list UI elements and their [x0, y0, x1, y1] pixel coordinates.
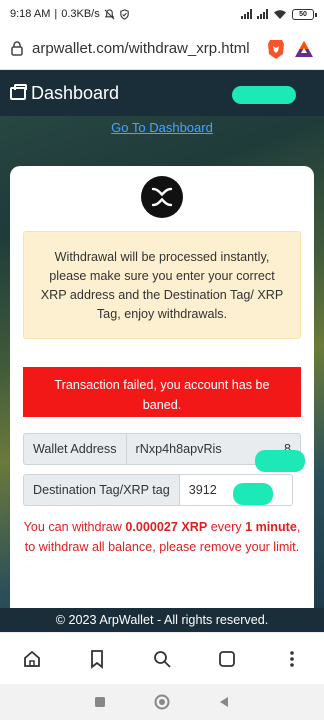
- brave-rewards-icon[interactable]: [294, 39, 314, 59]
- signal-icon-2: [257, 9, 268, 19]
- nav-brand[interactable]: Dashboard: [10, 83, 119, 104]
- withdraw-notice: Withdrawal will be processed instantly, …: [23, 231, 301, 339]
- bookmark-icon[interactable]: [87, 649, 107, 669]
- destination-tag-label: Destination Tag/XRP tag: [23, 474, 179, 506]
- wallet-address-group: Wallet Address rNxp4h8apvRis 8: [23, 433, 305, 472]
- wallet-icon: [10, 83, 27, 100]
- nav-brand-label[interactable]: Dashboard: [31, 83, 119, 104]
- site-info-icon[interactable]: [10, 40, 24, 57]
- wallet-address-label: Wallet Address: [23, 433, 126, 465]
- web-page: Dashboard Go To Dashboard Withdrawal wil…: [0, 70, 324, 608]
- error-alert: Transaction failed, you account has be b…: [23, 367, 301, 417]
- battery-icon: 50: [292, 8, 317, 20]
- destination-tag-value: 3912: [188, 483, 217, 497]
- navbar: Dashboard: [0, 70, 324, 116]
- limit-period: 1 minute: [245, 520, 297, 534]
- brave-shield-icon[interactable]: [266, 38, 286, 60]
- menu-icon[interactable]: [282, 649, 302, 669]
- status-right: 50: [241, 8, 317, 20]
- url-bar[interactable]: arpwallet.com/withdraw_xrp.html: [0, 28, 324, 70]
- tabs-icon[interactable]: [217, 649, 237, 669]
- withdraw-limit-text: You can withdraw 0.000027 XRP every 1 mi…: [23, 518, 301, 557]
- recents-icon[interactable]: [94, 696, 106, 708]
- home-button-icon[interactable]: [154, 694, 170, 710]
- redaction-mark-tag: [233, 483, 273, 505]
- search-icon[interactable]: [152, 649, 172, 669]
- destination-tag-group: Destination Tag/XRP tag 3912: [23, 474, 301, 506]
- wallet-address-value: rNxp4h8apvRis: [135, 442, 222, 456]
- xrp-logo-icon: [141, 176, 183, 218]
- url-text[interactable]: arpwallet.com/withdraw_xrp.html: [32, 40, 258, 57]
- go-to-dashboard-link[interactable]: Go To Dashboard: [111, 120, 213, 135]
- status-speed: 0.3KB/s: [61, 8, 100, 20]
- page-footer: © 2023 ArpWallet - All rights reserved.: [0, 608, 324, 632]
- go-dashboard-wrap: Go To Dashboard: [0, 120, 324, 135]
- limit-prefix: You can withdraw: [23, 520, 126, 534]
- status-left: 9:18 AM | 0.3KB/s: [10, 8, 130, 20]
- back-icon[interactable]: [218, 696, 230, 708]
- redaction-mark-wallet: [255, 450, 305, 472]
- withdraw-card: Withdrawal will be processed instantly, …: [10, 166, 314, 608]
- limit-mid: every: [207, 520, 246, 534]
- status-separator: |: [54, 8, 58, 20]
- mute-bell-icon: [104, 8, 115, 19]
- status-time: 9:18 AM: [10, 8, 51, 20]
- browser-toolbar: [0, 632, 324, 684]
- redaction-mark: [232, 86, 296, 104]
- battery-level: 50: [299, 10, 307, 18]
- status-bar: 9:18 AM | 0.3KB/s 50: [0, 0, 324, 28]
- android-nav-bar: [0, 684, 324, 720]
- limit-amount: 0.000027 XRP: [125, 520, 208, 534]
- footer-copyright: © 2023 ArpWallet - All rights reserved.: [55, 613, 269, 627]
- shield-icon: [120, 8, 129, 20]
- signal-icon: [241, 9, 252, 19]
- wifi-icon: [274, 9, 286, 19]
- home-icon[interactable]: [22, 649, 42, 669]
